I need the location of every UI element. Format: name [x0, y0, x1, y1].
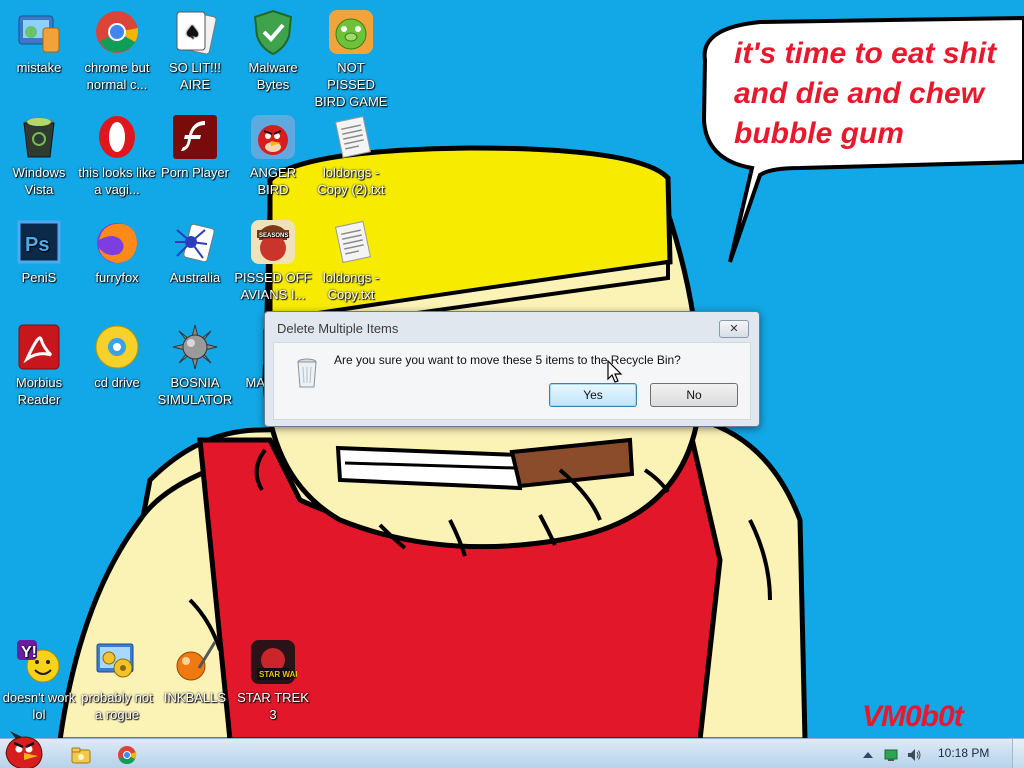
desktop-icon-porn-player[interactable]: Porn Player: [156, 113, 234, 181]
shield-icon: [253, 9, 293, 56]
chrome-icon[interactable]: [116, 744, 138, 766]
desktop-icon-probably-not-a-rogue[interactable]: probably not a rogue: [78, 638, 156, 723]
arrow-up-icon[interactable]: [860, 747, 876, 763]
text-file-icon: [334, 220, 372, 264]
solitaire-icon: ♠: [176, 11, 217, 55]
dialog-title: Delete Multiple Items: [277, 321, 399, 336]
angry-birds-seasons-icon: SEASONS: [251, 220, 295, 264]
flash-icon: [173, 115, 217, 159]
svg-text:STAR WARS: STAR WARS: [259, 670, 297, 679]
desktop-icon-furryfox[interactable]: furryfox: [78, 218, 156, 286]
acrobat-icon: [18, 324, 60, 370]
svg-text:SEASONS: SEASONS: [259, 233, 288, 239]
desktop-icon-so-lit-aire[interactable]: ♠ SO LIT!!! AIRE: [156, 8, 234, 93]
desktop-icon-malware-bytes[interactable]: Malware Bytes: [234, 8, 312, 93]
desktop-icon-loldongs-copy-2[interactable]: loldongs - Copy (2).txt: [312, 113, 390, 198]
text-file-icon: [334, 115, 372, 159]
green-pig-icon: [329, 10, 373, 54]
mouse-cursor-icon: [607, 360, 623, 383]
cd-icon: [95, 325, 139, 369]
desktop-icon-opera[interactable]: this looks like a vagi...: [78, 113, 156, 198]
yahoo-messenger-icon: Y!: [17, 640, 60, 683]
recycle-bin-icon: [23, 118, 55, 158]
dialog-message: Are you sure you want to move these 5 it…: [334, 353, 681, 367]
photoshop-icon: Ps: [17, 220, 61, 264]
opera-icon: [99, 116, 135, 158]
desktop-icon-australia[interactable]: Australia: [156, 218, 234, 286]
volume-icon[interactable]: [906, 747, 922, 763]
angry-bird-start-icon[interactable]: [2, 731, 46, 768]
desktop-icon-anger-bird[interactable]: ANGER BIRD: [234, 113, 312, 198]
watermark: VM0b0t: [862, 700, 964, 733]
recycle-bin-icon: [297, 358, 317, 388]
network-icon[interactable]: [883, 747, 899, 763]
desktop-icon-cd-drive[interactable]: cd drive: [78, 323, 156, 391]
speech-bubble-text: it's time to eat shit and die and chew b…: [734, 37, 997, 150]
system-settings-icon: [96, 643, 134, 678]
desktop-icon-chrome[interactable]: chrome but normal c...: [78, 8, 156, 93]
svg-text:Y!: Y!: [21, 644, 37, 661]
svg-text:Ps: Ps: [25, 234, 49, 256]
desktop-icon-windows-vista[interactable]: Windows Vista: [0, 113, 78, 198]
desktop-icon-penis[interactable]: Ps PeniS: [0, 218, 78, 286]
desktop-icon-bosnia-simulator[interactable]: BOSNIA SIMULATOR: [156, 323, 234, 408]
desktop-icon-morbius-reader[interactable]: Morbius Reader: [0, 323, 78, 408]
desktop-icon-inkballs[interactable]: INKBALLS: [156, 638, 234, 706]
desktop-icon-pissed-off-avians[interactable]: SEASONS PISSED OFF AVIANS I...: [234, 218, 312, 303]
spiky-ball-icon: [172, 324, 218, 370]
desktop-icon-star-trek-3[interactable]: STAR WARS STAR TREK 3: [234, 638, 312, 723]
close-button[interactable]: ✕: [719, 320, 749, 338]
spider-solitaire-icon: [175, 223, 215, 263]
firefox-icon: [97, 223, 137, 263]
yes-button[interactable]: Yes: [549, 383, 637, 407]
desktop-icon-mistake[interactable]: mistake: [0, 8, 78, 76]
explorer-icon[interactable]: [70, 744, 92, 766]
angry-bird-icon: [251, 115, 295, 159]
svg-text:♠: ♠: [184, 22, 200, 43]
taskbar-clock[interactable]: 10:18 PM: [938, 746, 989, 760]
desktop-icon-doesnt-work[interactable]: Y! doesn't work lol: [0, 638, 78, 723]
desktop-icon-not-pissed-bird-game[interactable]: NOT PISSED BIRD GAME: [312, 8, 390, 110]
star-wars-birds-icon: STAR WARS: [251, 640, 297, 684]
delete-multiple-items-dialog[interactable]: Delete Multiple Items ✕ Are you sure you…: [264, 311, 760, 427]
chrome-icon: [96, 11, 138, 53]
taskbar: 10:18 PM: [0, 731, 1024, 768]
show-desktop-button[interactable]: [1012, 739, 1024, 768]
dialog-body: Are you sure you want to move these 5 it…: [273, 342, 751, 420]
desktop-icon-loldongs-copy[interactable]: loldongs - Copy.txt: [312, 218, 390, 303]
no-button[interactable]: No: [650, 383, 738, 407]
inkball-icon: [176, 641, 217, 681]
control-panel-icon: [18, 15, 60, 53]
